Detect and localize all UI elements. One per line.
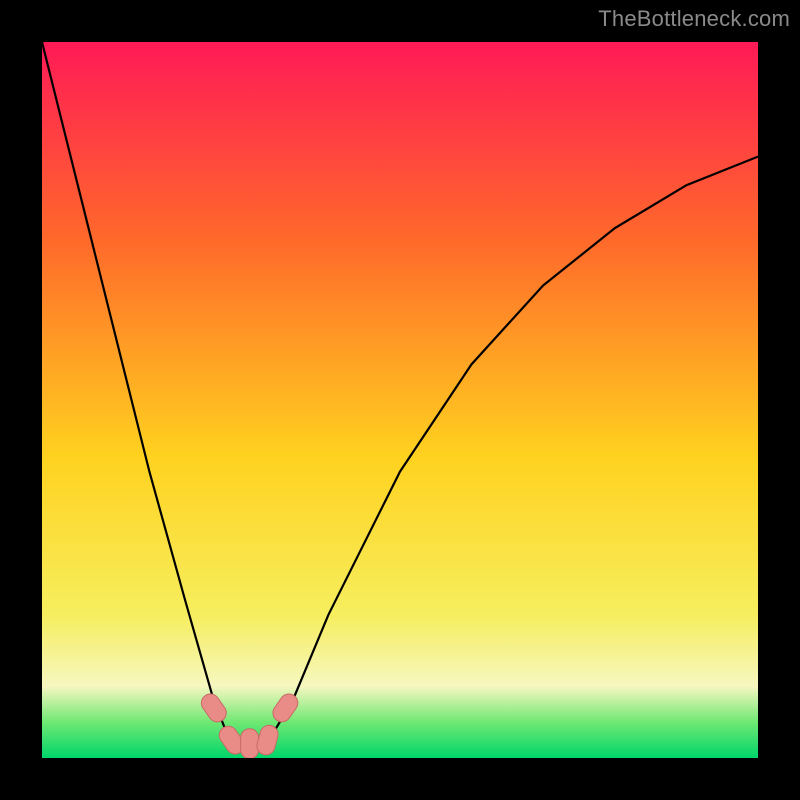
curve-marker	[269, 690, 301, 725]
curve-marker	[241, 729, 259, 758]
curve-layer	[42, 42, 758, 758]
chart-frame: TheBottleneck.com	[0, 0, 800, 800]
plot-area	[42, 42, 758, 758]
bottleneck-curve	[42, 42, 758, 751]
curve-markers	[198, 690, 302, 758]
watermark-text: TheBottleneck.com	[598, 6, 790, 32]
curve-marker	[255, 723, 280, 757]
curve-marker	[198, 690, 230, 725]
